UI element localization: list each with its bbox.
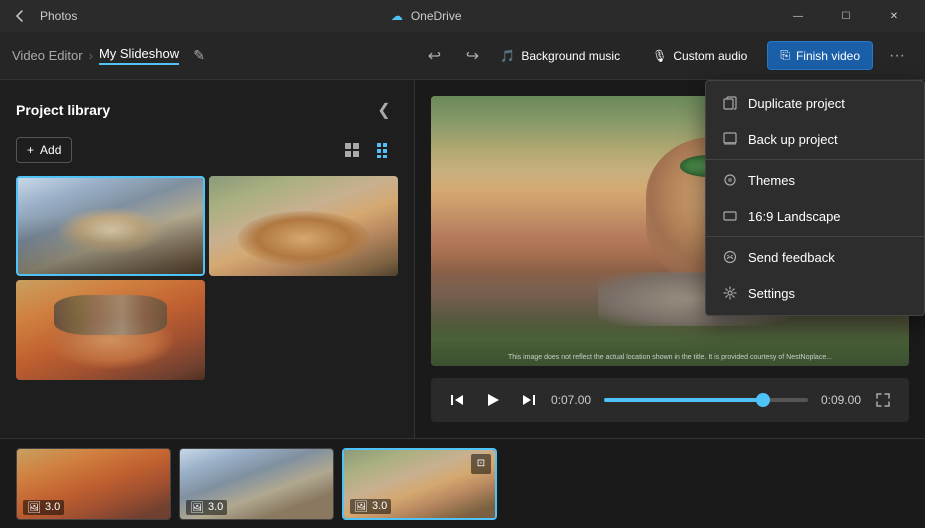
timeline-item-wolves[interactable]: 🖼 3.0 [179,448,334,520]
view-toggle [338,136,398,164]
duration-tigers: 3.0 [45,501,60,513]
menu-item-duplicate[interactable]: Duplicate project [706,85,924,121]
timeline-label-tigers: 🖼 3.0 [23,500,64,515]
onedrive-area: ☁ OneDrive [391,9,462,23]
play-button[interactable] [479,386,507,414]
toolbar: Video Editor › My Slideshow ✎ ↩ ↪ 🎵 Back… [0,32,925,80]
next-button[interactable] [515,386,543,414]
duration-cubs: 3.0 [372,500,387,512]
timeline-label-cubs: 🖼 3.0 [350,499,391,514]
plus-icon: + [27,143,34,157]
project-library-sidebar: Project library ❮ + Add [0,80,415,438]
image-icon: 🖼 [27,501,41,514]
menu-item-feedback[interactable]: Send feedback [706,239,924,275]
toolbar-left: Video Editor › My Slideshow ✎ ↩ ↪ [12,40,488,72]
settings-label: Settings [748,286,795,301]
menu-item-backup[interactable]: Back up project [706,121,924,157]
previous-button[interactable] [443,386,471,414]
onedrive-label: OneDrive [411,9,462,23]
expand-button[interactable] [869,386,897,414]
background-music-button[interactable]: 🎵 Background music [488,43,632,69]
finish-video-button[interactable]: ⎘ Finish video [767,41,873,70]
media-item-cubs[interactable] [209,176,398,276]
grid-view-button[interactable] [338,136,366,164]
feedback-icon [722,249,738,265]
timeline-item-tigers[interactable]: 🖼 3.0 [16,448,171,520]
collapse-sidebar-button[interactable]: ❮ [370,96,398,124]
current-time: 0:07.00 [551,393,596,407]
total-time: 0:09.00 [816,393,861,407]
duration-wolves: 3.0 [208,501,223,513]
timeline-item-cubs[interactable]: ⊡ 🖼 3.0 [342,448,497,520]
image-icon-2: 🖼 [190,501,204,514]
menu-item-landscape[interactable]: 16:9 Landscape [706,198,924,234]
onedrive-icon: ☁ [391,9,403,23]
redo-button[interactable]: ↪ [456,40,488,72]
custom-audio-label: Custom audio [673,49,747,63]
dropdown-menu: Duplicate project Back up project Themes… [705,80,925,316]
undo-button[interactable]: ↩ [418,40,450,72]
backup-label: Back up project [748,132,838,147]
landscape-icon [722,208,738,224]
finish-video-label: Finish video [796,49,860,63]
sidebar-header: Project library ❮ [0,80,414,136]
export-icon: ⎘ [780,48,790,63]
title-bar-left: Photos [8,4,77,28]
edit-name-button[interactable]: ✎ [185,42,213,70]
breadcrumb: Video Editor › My Slideshow [12,46,179,65]
breadcrumb-separator: › [89,48,93,63]
breadcrumb-link[interactable]: Video Editor [12,48,83,63]
feedback-label: Send feedback [748,250,835,265]
list-view-button[interactable] [370,136,398,164]
close-button[interactable]: ✕ [871,0,917,32]
breadcrumb-current: My Slideshow [99,46,179,65]
title-bar: Photos ☁ OneDrive — ☐ ✕ [0,0,925,32]
image-icon-3: 🖼 [354,500,368,513]
timeline-label-wolves: 🖼 3.0 [186,500,227,515]
progress-bar[interactable] [604,398,808,402]
progress-thumb [756,393,770,407]
themes-label: Themes [748,173,795,188]
add-label: Add [40,143,61,157]
maximize-button[interactable]: ☐ [823,0,869,32]
sidebar-toolbar: + Add [0,136,414,176]
settings-icon [722,285,738,301]
back-button[interactable] [8,4,32,28]
toolbar-right: 🎵 Background music 🎙 Custom audio ⎘ Fini… [488,40,913,72]
video-caption: This image does not reflect the actual l… [435,353,905,362]
menu-divider-1 [706,159,924,160]
app-title: Photos [40,9,77,23]
window-controls: — ☐ ✕ [775,0,917,32]
progress-fill [604,398,763,402]
menu-divider-2 [706,236,924,237]
menu-item-settings[interactable]: Settings [706,275,924,311]
backup-icon [722,131,738,147]
add-media-button[interactable]: + Add [16,137,72,163]
music-icon: 🎵 [500,49,515,63]
duplicate-icon [722,95,738,111]
media-grid [0,176,414,380]
audio-icon: 🎙 [652,49,667,63]
more-options-button[interactable]: ··· [881,40,913,72]
custom-audio-button[interactable]: 🎙 Custom audio [640,43,759,69]
sidebar-title: Project library [16,102,110,118]
duplicate-label: Duplicate project [748,96,845,111]
landscape-label: 16:9 Landscape [748,209,841,224]
menu-item-themes[interactable]: Themes [706,162,924,198]
media-item-wolves[interactable] [16,176,205,276]
themes-icon [722,172,738,188]
background-music-label: Background music [521,49,620,63]
minimize-button[interactable]: — [775,0,821,32]
media-item-tigers[interactable] [16,280,205,380]
video-controls: 0:07.00 0:09.00 [431,378,909,422]
timeline: 🖼 3.0 🖼 3.0 ⊡ 🖼 3.0 [0,438,925,528]
